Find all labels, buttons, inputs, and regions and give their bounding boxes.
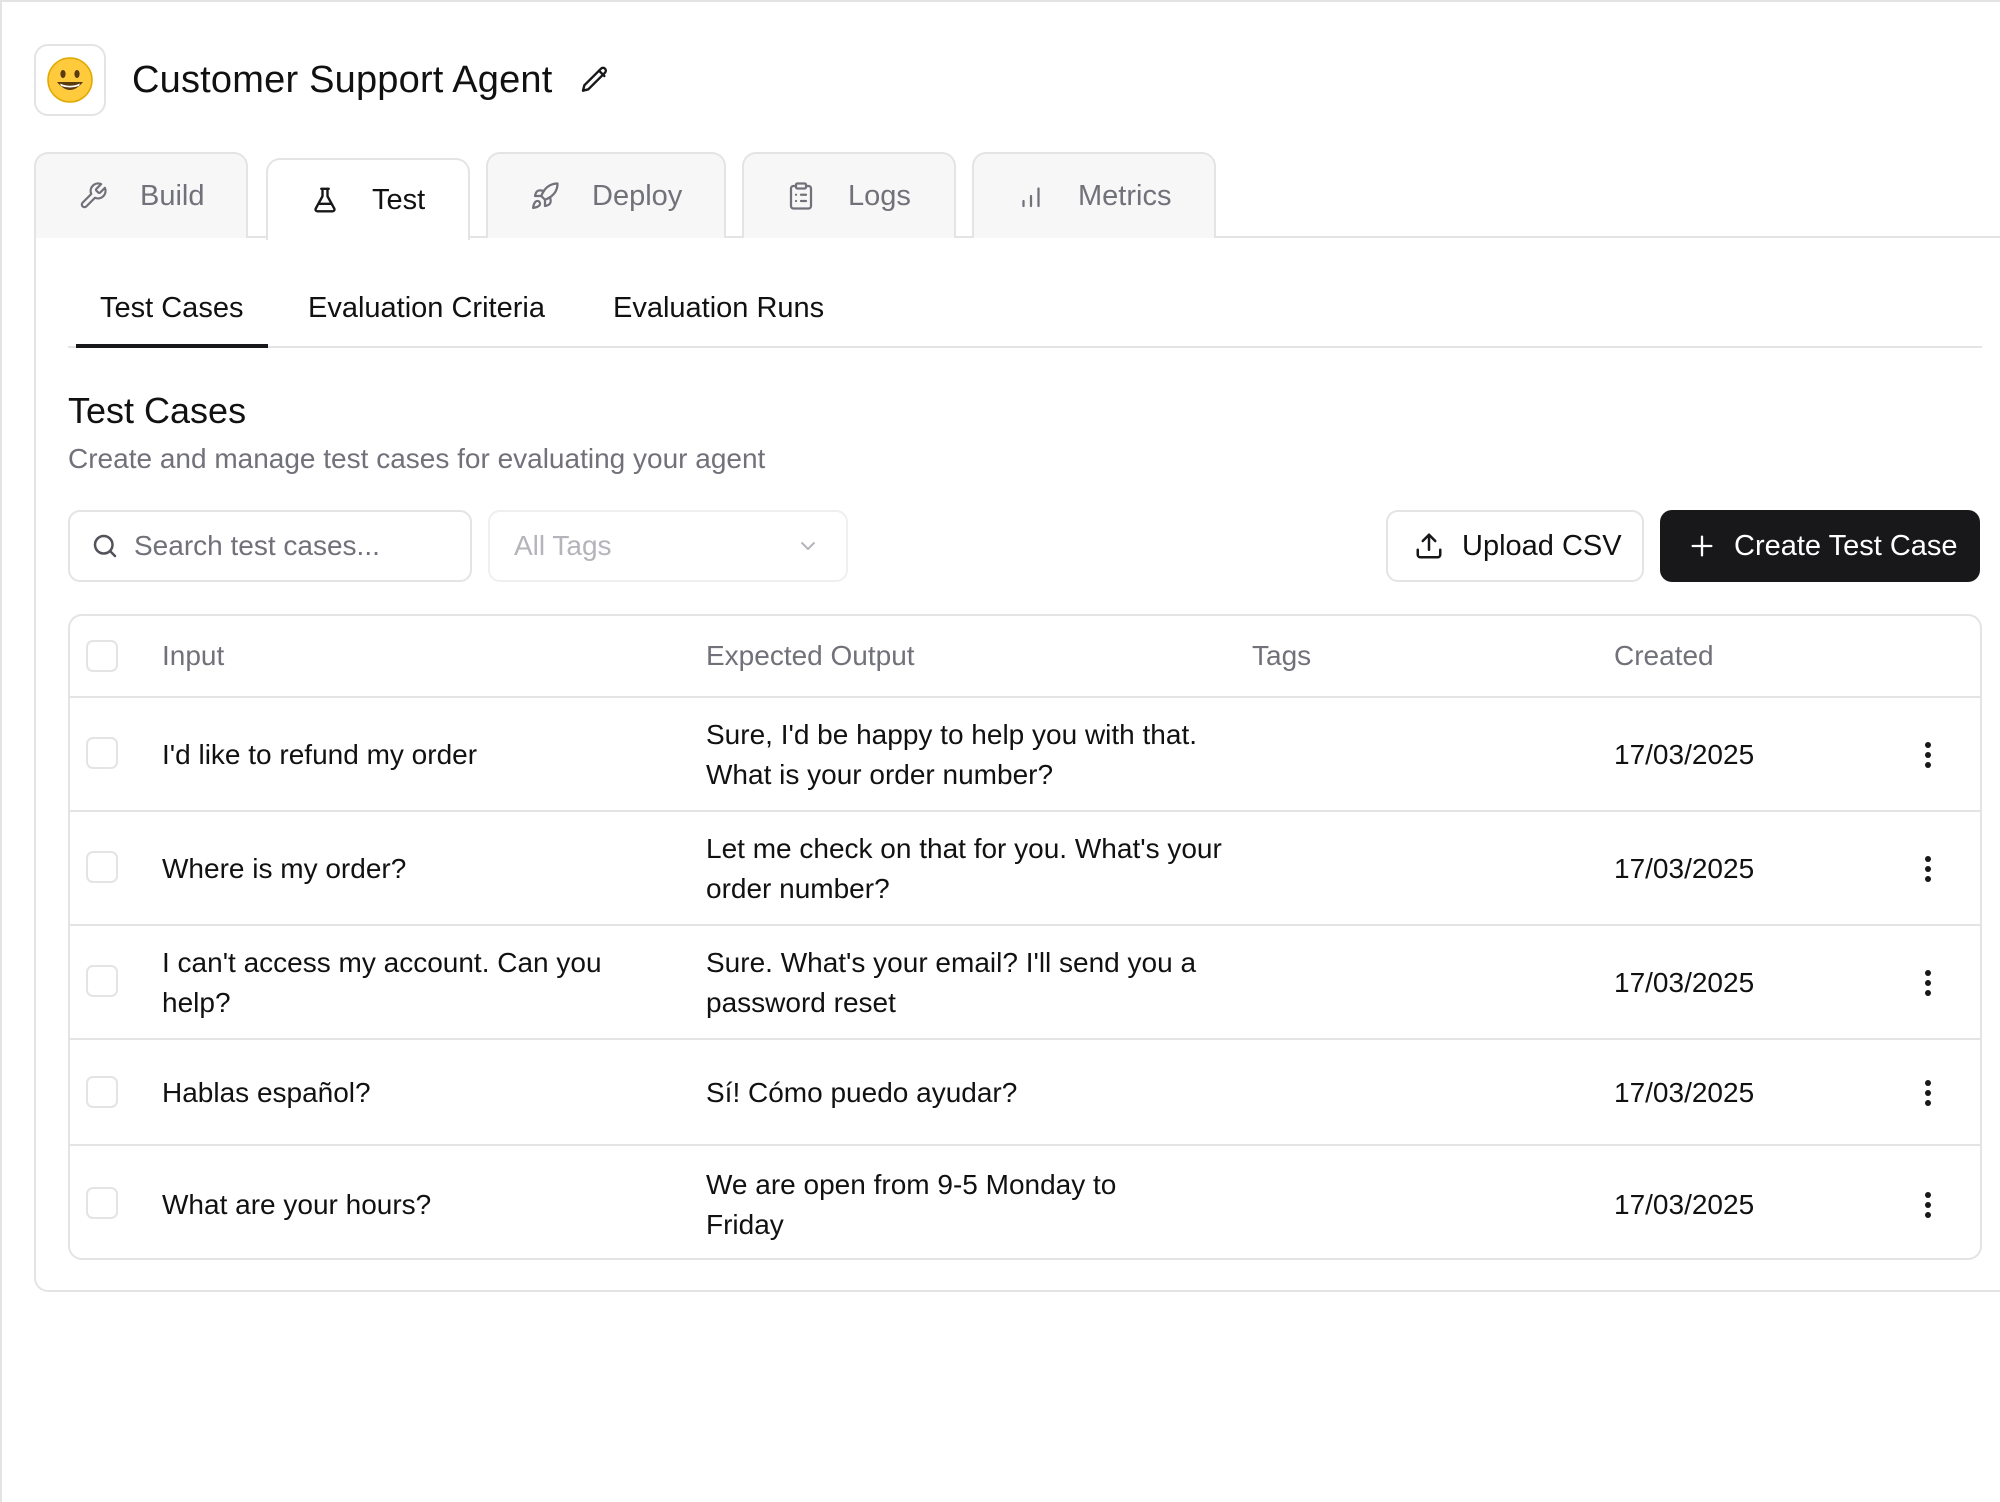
search-icon [93, 534, 117, 558]
main-tabs: Build Test Deploy Logs Metrics [34, 152, 2000, 240]
more-options-icon[interactable] [1910, 1075, 1946, 1111]
table-row[interactable]: I'd like to refund my order Sure, I'd be… [70, 698, 1980, 812]
row-input: I can't access my account. Can you help? [162, 947, 602, 1018]
table-row[interactable]: I can't access my account. Can you help?… [70, 926, 1980, 1040]
row-expected-output: Sure, I'd be happy to help you with that… [706, 719, 1197, 790]
subtab-evaluation-runs[interactable]: Evaluation Runs [613, 292, 824, 325]
smiley-face-icon [47, 57, 93, 103]
row-created: 17/03/2025 [1614, 967, 1755, 998]
plus-icon [1691, 535, 1713, 557]
column-header-created: Created [1614, 640, 1714, 671]
create-test-case-label: Create Test Case [1734, 529, 1958, 562]
search-input[interactable] [134, 530, 454, 562]
tab-logs[interactable]: Logs [742, 152, 956, 238]
row-checkbox[interactable] [86, 1076, 118, 1108]
column-header-input: Input [162, 640, 225, 671]
column-header-tags: Tags [1252, 640, 1312, 671]
table-header-row: Input Expected Output Tags Created [70, 616, 1980, 698]
search-box[interactable] [68, 510, 472, 582]
upload-csv-label: Upload CSV [1462, 529, 1622, 562]
table-row[interactable]: Hablas español? Sí! Cómo puedo ayudar? 1… [70, 1040, 1980, 1146]
tab-deploy-label: Deploy [592, 179, 683, 212]
section-title: Test Cases [68, 390, 247, 431]
tab-metrics-label: Metrics [1078, 179, 1172, 212]
row-expected-output: Sure. What's your email? I'll send you a… [706, 947, 1197, 1018]
tab-build[interactable]: Build [34, 152, 248, 238]
chevron-down-icon [801, 542, 815, 550]
flask-icon [308, 183, 342, 217]
row-input: Hablas español? [162, 1077, 371, 1108]
row-created: 17/03/2025 [1614, 853, 1755, 884]
tags-select-value: All Tags [514, 530, 612, 561]
section-description: Create and manage test cases for evaluat… [68, 443, 766, 474]
sub-tabs: Test Cases Evaluation Criteria Evaluatio… [68, 286, 1982, 348]
test-cases-table: Input Expected Output Tags Created I'd l… [68, 614, 1982, 1260]
row-input: I'd like to refund my order [162, 739, 478, 770]
table-row[interactable]: Where is my order? Let me check on that … [70, 812, 1980, 926]
tags-filter-select[interactable]: All Tags [488, 510, 848, 582]
tab-test[interactable]: Test [266, 158, 470, 240]
row-expected-output: Let me check on that for you. What's you… [706, 833, 1222, 904]
row-checkbox[interactable] [86, 737, 118, 769]
agent-avatar[interactable] [34, 44, 106, 116]
row-input: Where is my order? [162, 853, 407, 884]
row-created: 17/03/2025 [1614, 1189, 1755, 1220]
create-test-case-button[interactable]: Create Test Case [1660, 510, 1980, 582]
more-options-icon[interactable] [1910, 737, 1946, 773]
bar-chart-icon [1014, 179, 1048, 213]
active-subtab-indicator [76, 344, 268, 348]
wrench-icon [76, 179, 110, 213]
row-input: What are your hours? [162, 1189, 432, 1220]
row-checkbox[interactable] [86, 1187, 118, 1219]
tab-logs-label: Logs [848, 179, 911, 212]
subtab-test-cases[interactable]: Test Cases [100, 292, 243, 325]
row-expected-output: Sí! Cómo puedo ayudar? [706, 1077, 1018, 1108]
agent-header: Customer Support Agent [34, 44, 613, 116]
column-header-expected-output: Expected Output [706, 640, 915, 671]
rocket-icon [528, 179, 562, 213]
row-created: 17/03/2025 [1614, 1077, 1755, 1108]
row-checkbox[interactable] [86, 965, 118, 997]
upload-csv-button[interactable]: Upload CSV [1386, 510, 1644, 582]
tab-deploy[interactable]: Deploy [486, 152, 726, 238]
row-checkbox[interactable] [86, 851, 118, 883]
table-row[interactable]: What are your hours? We are open from 9-… [70, 1146, 1980, 1258]
clipboard-icon [784, 179, 818, 213]
select-all-checkbox[interactable] [86, 640, 118, 672]
pencil-edit-icon[interactable] [579, 63, 613, 97]
upload-icon [1416, 533, 1442, 559]
tab-build-label: Build [140, 179, 205, 212]
tab-test-label: Test [372, 183, 426, 216]
agent-name: Customer Support Agent [132, 58, 553, 101]
row-created: 17/03/2025 [1614, 739, 1755, 770]
subtab-evaluation-criteria[interactable]: Evaluation Criteria [308, 292, 545, 325]
more-options-icon[interactable] [1910, 1187, 1946, 1223]
row-expected-output: We are open from 9-5 Monday to Friday [706, 1169, 1117, 1240]
more-options-icon[interactable] [1910, 851, 1946, 887]
more-options-icon[interactable] [1910, 965, 1946, 1001]
tab-metrics[interactable]: Metrics [972, 152, 1216, 238]
